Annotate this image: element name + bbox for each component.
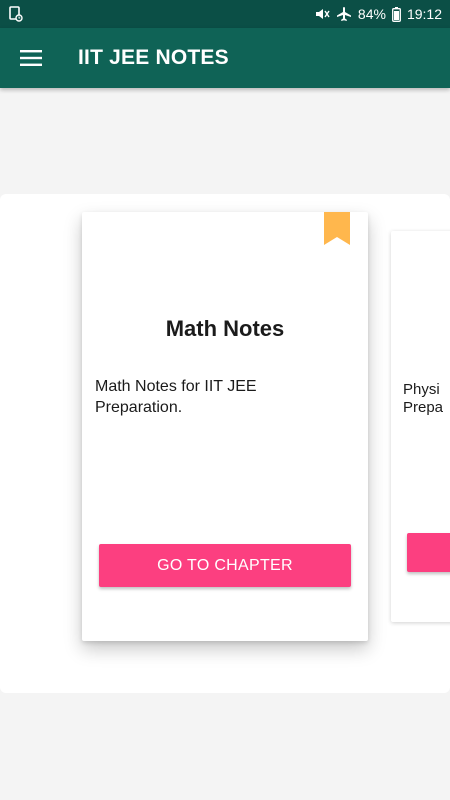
- card-title: Math Notes: [165, 316, 285, 341]
- mute-icon: [314, 7, 330, 21]
- battery-icon: [392, 6, 401, 22]
- chapter-card-physics-partial[interactable]: Physi Prepa: [391, 231, 450, 622]
- menu-button[interactable]: [0, 28, 62, 88]
- go-to-chapter-button[interactable]: GO TO CHAPTER: [99, 544, 351, 587]
- bookmark-icon[interactable]: [324, 212, 350, 245]
- card-description-partial: Physi Prepa: [403, 381, 444, 416]
- card-description: Math Notes for IIT JEE Preparation.: [95, 378, 257, 416]
- clock-time: 19:12: [406, 6, 442, 22]
- card-pager[interactable]: Math Notes Math Notes for IIT JEE Prepar…: [0, 194, 450, 693]
- status-bar: 84% 19:12: [0, 0, 450, 28]
- chapter-card-math[interactable]: Math Notes Math Notes for IIT JEE Prepar…: [82, 212, 368, 641]
- app-title: IIT JEE NOTES: [78, 46, 229, 69]
- go-to-chapter-button-partial[interactable]: [407, 533, 450, 572]
- airplane-mode-icon: [336, 6, 352, 22]
- app-bar: IIT JEE NOTES: [0, 28, 450, 88]
- status-icons: 84% 19:12: [314, 6, 442, 22]
- screen: 84% 19:12 IIT JEE NOTES Math Notes Math …: [0, 0, 450, 800]
- hamburger-menu-icon[interactable]: [20, 50, 42, 66]
- battery-percent: 84%: [357, 6, 386, 22]
- notification-icon: [9, 6, 23, 22]
